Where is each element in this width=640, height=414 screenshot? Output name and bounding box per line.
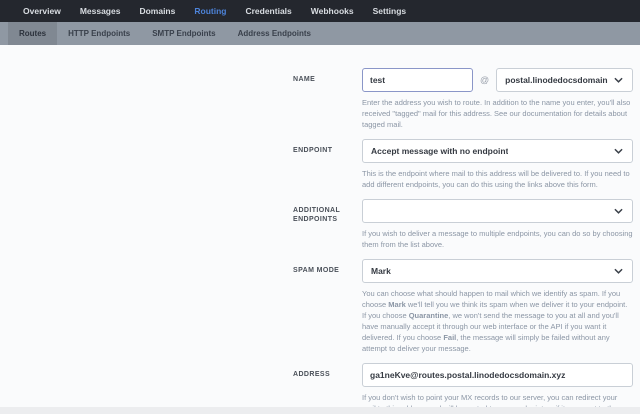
nav-item-messages[interactable]: Messages [80,6,121,16]
name-field-group: NAME @ postal.linodedocsdomain.xyz Enter… [293,68,633,130]
endpoint-select-value: Accept message with no endpoint [371,146,508,156]
nav-item-settings[interactable]: Settings [373,6,407,16]
sub-navigation: Routes HTTP Endpoints SMTP Endpoints Add… [0,22,640,45]
name-input[interactable] [362,68,473,92]
additional-endpoints-field-group: ADDITIONAL ENDPOINTS If you wish to deli… [293,199,633,250]
top-navigation: Overview Messages Domains Routing Creden… [0,0,640,22]
domain-select[interactable]: postal.linodedocsdomain.xyz [496,68,633,92]
spam-mode-label: SPAM MODE [293,266,354,275]
endpoint-help-text: This is the endpoint where mail to this … [362,168,633,190]
routing-page: Overview Messages Domains Routing Creden… [0,0,640,414]
subnav-item-smtp-endpoints[interactable]: SMTP Endpoints [141,22,226,45]
subnav-item-http-endpoints[interactable]: HTTP Endpoints [57,22,141,45]
nav-item-credentials[interactable]: Credentials [245,6,291,16]
bottom-strip [0,407,640,414]
address-label: ADDRESS [293,370,354,379]
chevron-down-icon [614,77,623,83]
nav-item-routing[interactable]: Routing [194,6,226,16]
address-input[interactable] [362,363,633,387]
chevron-down-icon [614,268,623,274]
name-label: NAME [293,75,354,84]
nav-item-overview[interactable]: Overview [23,6,61,16]
additional-endpoints-label: ADDITIONAL ENDPOINTS [293,206,354,224]
spam-mode-help-text: You can choose what should happen to mai… [362,288,633,354]
at-sign: @ [480,75,489,85]
endpoint-field-group: ENDPOINT Accept message with no endpoint… [293,139,633,190]
subnav-item-address-endpoints[interactable]: Address Endpoints [227,22,322,45]
route-form: NAME @ postal.linodedocsdomain.xyz Enter… [293,45,633,414]
additional-endpoints-help-text: If you wish to deliver a message to mult… [362,228,633,250]
endpoint-select[interactable]: Accept message with no endpoint [362,139,633,163]
spam-mode-select[interactable]: Mark [362,259,633,283]
spam-mode-select-value: Mark [371,266,391,276]
chevron-down-icon [614,148,623,154]
subnav-item-routes[interactable]: Routes [8,22,57,45]
nav-item-domains[interactable]: Domains [139,6,175,16]
chevron-down-icon [614,208,623,214]
endpoint-label: ENDPOINT [293,146,354,155]
name-help-text: Enter the address you wish to route. In … [362,97,633,130]
domain-select-value: postal.linodedocsdomain.xyz [505,75,608,85]
additional-endpoints-select[interactable] [362,199,633,223]
nav-item-webhooks[interactable]: Webhooks [311,6,354,16]
spam-mode-field-group: SPAM MODE Mark You can choose what shoul… [293,259,633,354]
